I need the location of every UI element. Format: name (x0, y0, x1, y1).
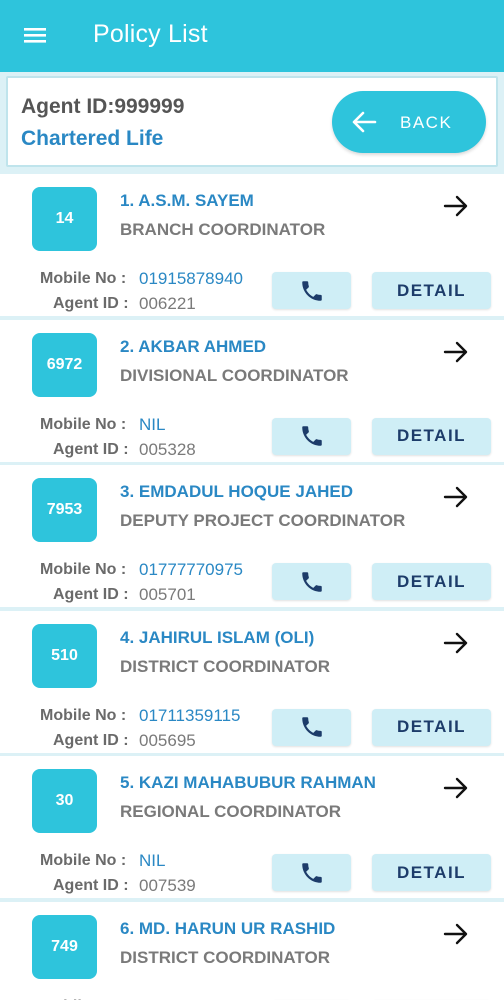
agent-id-text: Agent ID:999999 (21, 95, 185, 118)
agent-role: REGIONAL COORDINATOR (120, 802, 342, 822)
policy-badge: 30 (32, 769, 97, 834)
agent-id-label: Agent ID : (53, 586, 129, 604)
policy-card[interactable]: 14 1. A.S.M. SAYEM BRANCH COORDINATOR Mobil… (0, 174, 504, 316)
phone-icon (299, 423, 325, 449)
phone-icon (299, 569, 325, 595)
detail-button[interactable]: DETAIL (372, 854, 491, 892)
agent-role: DISTRICT COORDINATOR (120, 656, 330, 676)
agent-name: 3. EMDADUL HOQUE JAHED (120, 482, 353, 502)
agent-name: 6. MD. HARUN UR RASHID (120, 919, 336, 938)
agent-id-label: Agent ID : (53, 295, 129, 312)
page-title: Policy List (93, 20, 208, 48)
policy-card[interactable]: 510 4. JAHIRUL ISLAM (OLI) DISTRICT COORDI… (0, 610, 504, 753)
policy-card[interactable]: 6972 2. AKBAR AHMED DIVISIONAL COORDINATOR… (0, 319, 504, 462)
arrow-right-icon[interactable] (443, 922, 469, 951)
agent-id-value: 005701 (139, 585, 196, 605)
agent-id-label: Agent ID : (53, 877, 129, 895)
agent-id-value: 006221 (139, 294, 196, 313)
agent-id-value: 007539 (139, 876, 196, 896)
mobile-label: Mobile No : (40, 415, 127, 433)
detail-button[interactable]: DETAIL (372, 272, 491, 309)
arrow-left-icon (351, 110, 377, 139)
agent-role: DISTRICT COORDINATOR (120, 948, 330, 967)
policy-card[interactable]: 749 6. MD. HARUN UR RASHID DISTRICT COORDI… (0, 902, 504, 1000)
phone-icon (299, 278, 325, 304)
policy-card[interactable]: 7953 3. EMDADUL HOQUE JAHED DEPUTY PROJECT… (0, 465, 504, 608)
phone-icon (299, 860, 325, 886)
call-button[interactable] (272, 417, 351, 455)
mobile-number[interactable]: NIL (139, 851, 165, 871)
agent-name: 1. A.S.M. SAYEM (120, 191, 254, 210)
app-bar: Policy List (0, 0, 504, 72)
agent-info-panel: Agent ID:999999 Chartered Life BACK (6, 76, 498, 167)
agent-role: DEPUTY PROJECT COORDINATOR (120, 511, 406, 531)
call-button[interactable] (272, 708, 351, 746)
agent-name: 4. JAHIRUL ISLAM (OLI) (120, 627, 315, 647)
policy-badge: 510 (32, 623, 97, 688)
company-name: Chartered Life (21, 127, 164, 150)
policy-badge: 14 (32, 187, 97, 251)
back-button-label: BACK (400, 113, 453, 132)
detail-button[interactable]: DETAIL (372, 563, 491, 601)
agent-id-label: Agent ID : (53, 731, 129, 749)
agent-id-value: 005328 (139, 439, 196, 459)
mobile-label: Mobile No : (40, 706, 127, 724)
arrow-right-icon[interactable] (443, 194, 469, 223)
agent-id-label: Agent ID : (53, 440, 129, 458)
mobile-number[interactable]: 01777770975 (139, 560, 243, 580)
arrow-right-icon[interactable] (443, 340, 469, 369)
arrow-right-icon[interactable] (443, 631, 469, 660)
mobile-number[interactable]: NIL (139, 415, 165, 435)
back-button[interactable]: BACK (332, 91, 486, 153)
agent-name: 5. KAZI MAHABUBUR RAHMAN (120, 773, 376, 793)
mobile-label: Mobile No : (40, 561, 127, 579)
policy-badge: 7953 (32, 478, 97, 543)
agent-role: DIVISIONAL COORDINATOR (120, 365, 349, 385)
hamburger-menu-icon[interactable] (18, 20, 54, 50)
mobile-label: Mobile No : (40, 852, 127, 870)
detail-button[interactable]: DETAIL (372, 417, 491, 455)
call-button[interactable] (272, 563, 351, 601)
detail-button[interactable]: DETAIL (372, 708, 491, 746)
policy-badge: 6972 (32, 332, 97, 397)
mobile-label: Mobile No : (40, 270, 127, 287)
agent-role: BRANCH COORDINATOR (120, 220, 326, 239)
mobile-number[interactable]: 01711359115 (139, 706, 240, 726)
agent-name: 2. AKBAR AHMED (120, 336, 267, 356)
mobile-number[interactable]: 01915878940 (139, 269, 243, 289)
call-button[interactable] (272, 272, 351, 309)
policy-badge: 749 (32, 915, 97, 979)
arrow-right-icon[interactable] (443, 776, 469, 805)
call-button[interactable] (272, 854, 351, 892)
policy-card[interactable]: 30 5. KAZI MAHABUBUR RAHMAN REGIONAL COORD… (0, 756, 504, 899)
policy-list[interactable]: 14 1. A.S.M. SAYEM BRANCH COORDINATOR Mobil… (0, 174, 504, 1000)
agent-id-value: 005695 (139, 730, 196, 750)
phone-icon (299, 714, 325, 740)
arrow-right-icon[interactable] (443, 485, 469, 514)
